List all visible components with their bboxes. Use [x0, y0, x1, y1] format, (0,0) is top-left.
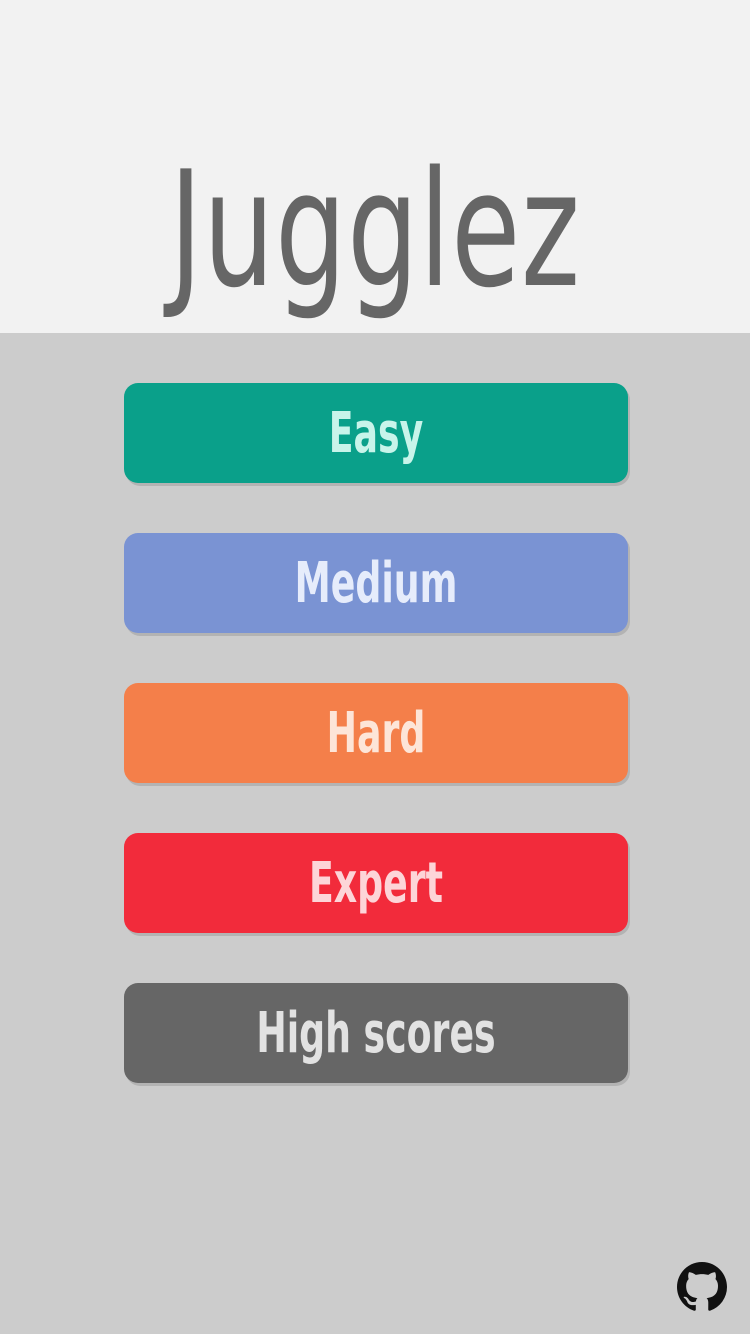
github-icon-graphic [677, 1262, 727, 1311]
expert-button[interactable]: Expert [124, 833, 628, 933]
hard-button-label: Hard [326, 700, 426, 766]
easy-button[interactable]: Easy [124, 383, 628, 483]
medium-button[interactable]: Medium [124, 533, 628, 633]
hard-button[interactable]: Hard [124, 683, 628, 783]
header: Jugglez [0, 0, 750, 333]
medium-button-label: Medium [294, 550, 458, 616]
high-scores-button-label: High scores [256, 1000, 496, 1066]
high-scores-button[interactable]: High scores [124, 983, 628, 1083]
difficulty-menu: Easy Medium Hard Expert High scores [124, 383, 628, 1133]
github-icon[interactable] [677, 1262, 727, 1312]
app-title: Jugglez [169, 136, 581, 323]
easy-button-label: Easy [328, 400, 424, 466]
expert-button-label: Expert [308, 850, 443, 916]
